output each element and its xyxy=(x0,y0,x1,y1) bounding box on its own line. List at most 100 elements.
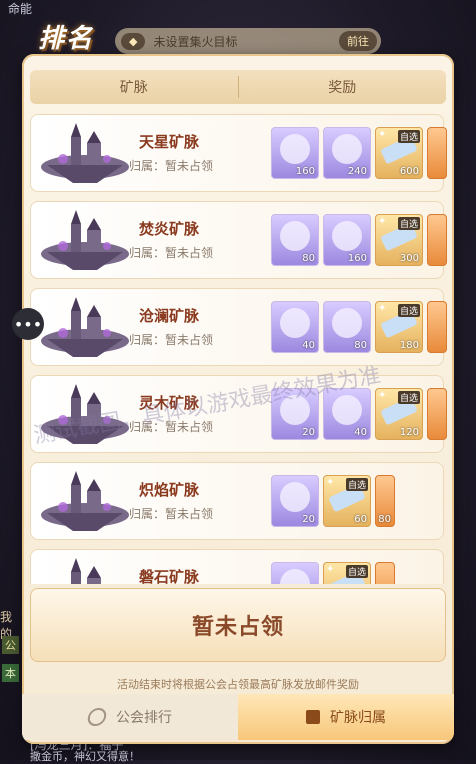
tab-guild-rank-label: 公会排行 xyxy=(116,710,172,726)
reward-count: 20 xyxy=(302,427,315,438)
avatar-icon xyxy=(332,395,362,425)
reward-count: 40 xyxy=(354,427,367,438)
mine-name: 炽焰矿脉 xyxy=(139,481,200,499)
mine-row[interactable]: 沧澜矿脉 归属：暂未占领 40 80 ✦ 自选 180 xyxy=(30,288,447,366)
goto-button[interactable]: 前往 xyxy=(339,31,377,51)
select-tag: 自选 xyxy=(397,391,420,404)
mine-name: 焚炎矿脉 xyxy=(139,220,200,238)
mine-row[interactable]: 磐石矿脉 ✦ 自选 xyxy=(30,549,444,584)
bg-left-tag2: 本 xyxy=(2,664,19,682)
mine-owner: 归属：暂未占领 xyxy=(129,333,214,347)
reward-item[interactable]: 80 xyxy=(375,475,395,527)
target-status-text: 未设置集火目标 xyxy=(153,34,238,49)
reward-item[interactable]: 240 xyxy=(323,127,371,179)
mine-name: 磐石矿脉 xyxy=(139,568,200,584)
column-mine: 矿脉 xyxy=(119,80,148,96)
select-tag: 自选 xyxy=(397,217,420,230)
reward-items: 40 80 ✦ 自选 180 xyxy=(271,301,447,353)
reward-count: 80 xyxy=(354,340,367,351)
tab-guild-rank[interactable]: 公会排行 xyxy=(22,694,238,740)
tab-mine-owner-label: 矿脉归属 xyxy=(330,710,386,726)
star-icon: ✦ xyxy=(378,390,387,401)
select-tag: 自选 xyxy=(345,478,368,491)
reward-item[interactable]: 160 xyxy=(271,127,319,179)
mine-row[interactable]: 炽焰矿脉归属：暂未占领 20 ✦ 自选 60 80 xyxy=(30,462,444,540)
reward-count: 300 xyxy=(399,253,419,264)
mine-row[interactable]: 焚炎矿脉归属：暂未占领 80 160 ✦ 自选 300 xyxy=(30,201,447,279)
reward-count: 80 xyxy=(302,253,315,264)
mine-owner: 归属：暂未占领 xyxy=(129,246,214,260)
avatar-icon xyxy=(280,221,310,251)
select-tag: 自选 xyxy=(397,130,420,143)
avatar-icon xyxy=(280,482,310,512)
bottom-tabs: 公会排行 矿脉归属 xyxy=(22,694,454,740)
avatar-icon xyxy=(280,134,310,164)
mine-owner: 归属：暂未占领 xyxy=(129,507,214,521)
reward-count: 240 xyxy=(347,166,367,177)
reward-items: 160 240 ✦ 自选 600 xyxy=(271,127,447,179)
claim-status-button[interactable]: 暂未占领 xyxy=(30,588,446,662)
floating-castle-icon xyxy=(41,210,129,270)
avatar-icon xyxy=(332,134,362,164)
status-icon: ◆ xyxy=(121,32,146,50)
reward-count: 80 xyxy=(378,514,391,525)
reward-item[interactable]: 160 xyxy=(323,214,371,266)
reward-item[interactable]: ✦ 自选 120 xyxy=(375,388,423,440)
reward-count: 40 xyxy=(302,340,315,351)
target-status-bar: ◆ 未设置集火目标 前往 xyxy=(115,28,381,54)
reward-count: 120 xyxy=(399,427,419,438)
star-icon: ✦ xyxy=(326,564,335,575)
chat-icon[interactable]: ••• xyxy=(12,308,44,340)
reward-item[interactable]: 80 xyxy=(271,214,319,266)
reward-note: 活动结束时将根据公会占领最高矿脉发放邮件奖励 xyxy=(117,678,359,691)
column-reward: 奖励 xyxy=(328,80,357,96)
guild-rank-icon xyxy=(86,708,108,726)
star-icon: ✦ xyxy=(326,477,335,488)
reward-item[interactable]: 20 xyxy=(271,475,319,527)
reward-item[interactable]: ✦ 自选 300 xyxy=(375,214,423,266)
reward-item[interactable] xyxy=(427,214,447,266)
mine-owner: 归属：暂未占领 xyxy=(129,159,214,173)
star-icon: ✦ xyxy=(378,129,387,140)
select-tag: 自选 xyxy=(397,304,420,317)
reward-count: 160 xyxy=(347,253,367,264)
bg-top-left-text: 命能 xyxy=(8,2,33,16)
bg-left-tag1: 公 xyxy=(2,636,19,654)
reward-count: 600 xyxy=(399,166,419,177)
reward-count: 160 xyxy=(295,166,315,177)
floating-castle-icon xyxy=(71,558,101,584)
bookmark-icon xyxy=(306,710,320,724)
reward-item[interactable]: 80 xyxy=(323,301,371,353)
avatar-icon xyxy=(280,308,310,338)
ranking-title: 排名 xyxy=(38,24,95,54)
reward-item[interactable]: ✦ 自选 180 xyxy=(375,301,423,353)
reward-item[interactable]: ✦ 自选 600 xyxy=(375,127,423,179)
select-tag: 自选 xyxy=(345,565,368,578)
reward-items: ✦ 自选 xyxy=(271,562,395,584)
reward-item[interactable] xyxy=(427,127,447,179)
tab-mine-owner[interactable]: 矿脉归属 xyxy=(238,694,454,740)
reward-item[interactable]: ✦ 自选 60 xyxy=(323,475,371,527)
reward-item[interactable] xyxy=(271,562,319,584)
star-icon: ✦ xyxy=(378,303,387,314)
floating-castle-icon xyxy=(41,123,129,183)
reward-item[interactable]: 40 xyxy=(271,301,319,353)
reward-item[interactable] xyxy=(427,388,447,440)
bg-chat-line2: 撒金币，神幻又得意！ xyxy=(30,750,140,763)
reward-count: 20 xyxy=(302,514,315,525)
reward-item[interactable]: ✦ 自选 xyxy=(323,562,371,584)
reward-item[interactable] xyxy=(375,562,395,584)
floating-castle-icon xyxy=(41,471,129,531)
column-header: 矿脉 奖励 xyxy=(30,70,446,104)
mine-list[interactable]: 天星矿脉 归属：暂未占领 160 240 ✦ 自选 600 焚炎矿脉 归属：暂未占领 80 160… xyxy=(30,114,454,584)
reward-items: 20 ✦ 自选 60 80 xyxy=(271,475,395,527)
star-icon: ✦ xyxy=(378,216,387,227)
mine-row[interactable]: 天星矿脉归属：暂未占领 160 240 ✦ 自选 600 xyxy=(30,114,447,192)
mine-name: 沧澜矿脉 xyxy=(139,307,200,325)
mine-name: 天星矿脉 xyxy=(139,133,200,151)
avatar-icon xyxy=(332,221,362,251)
reward-count: 60 xyxy=(354,514,367,525)
avatar-icon xyxy=(280,569,310,584)
floating-castle-icon xyxy=(41,297,129,357)
avatar-icon xyxy=(332,308,362,338)
